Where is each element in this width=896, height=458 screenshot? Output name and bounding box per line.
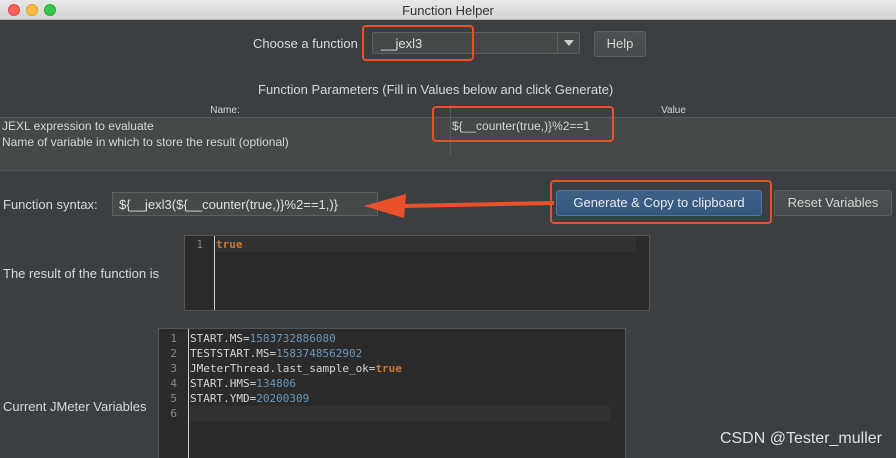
variable-value: 20200309	[256, 392, 310, 405]
variable-key: TESTSTART.MS=	[190, 347, 277, 360]
variable-line: JMeterThread.last_sample_ok=true	[190, 362, 402, 375]
variable-line: START.YMD=20200309	[190, 392, 309, 405]
line-number: 6	[170, 407, 177, 420]
variable-key: START.YMD=	[190, 392, 257, 405]
watermark: CSDN @Tester_muller	[719, 430, 882, 447]
title-bar: Function Helper	[0, 0, 896, 20]
param-name: Name of variable in which to store the r…	[2, 135, 289, 149]
arrow-annotation	[364, 194, 555, 218]
variables-editor[interactable]: 1 START.MS=1583732886080 2 TESTSTART.MS=…	[158, 328, 626, 458]
reset-variables-button[interactable]: Reset Variables	[774, 190, 892, 216]
line-number: 2	[170, 347, 177, 360]
result-editor[interactable]: 1 true	[184, 235, 650, 311]
line-number: 5	[170, 392, 177, 405]
chevron-down-icon[interactable]	[557, 33, 579, 53]
variable-key: JMeterThread.last_sample_ok=	[190, 362, 376, 375]
function-syntax-value: ${__jexl3(${__counter(true,)}%2==1,)}	[119, 197, 338, 212]
current-line	[216, 236, 636, 252]
result-value: true	[216, 238, 243, 251]
line-number: 4	[170, 377, 177, 390]
line-number: 1	[196, 238, 203, 251]
variable-key: START.HMS=	[190, 377, 257, 390]
window-title: Function Helper	[402, 3, 494, 18]
function-syntax-label: Function syntax:	[3, 197, 98, 212]
param-name: JEXL expression to evaluate	[2, 119, 154, 133]
highlight-box	[550, 180, 772, 224]
current-line	[190, 406, 610, 421]
variable-line: TESTSTART.MS=1583748562902	[190, 347, 362, 360]
params-heading: Function Parameters (Fill in Values belo…	[258, 82, 614, 97]
col-name-header: Name:	[210, 105, 240, 116]
variable-line: START.MS=1583732886080	[190, 332, 336, 345]
variable-line: START.HMS=134806	[190, 377, 296, 390]
variable-value: true	[375, 362, 402, 375]
highlight-box	[432, 106, 614, 142]
function-syntax-field[interactable]: ${__jexl3(${__counter(true,)}%2==1,)}	[112, 192, 378, 216]
choose-function-label: Choose a function	[253, 36, 358, 51]
variable-value: 1583732886080	[249, 332, 336, 345]
variable-value: 134806	[256, 377, 296, 390]
result-label: The result of the function is	[3, 266, 160, 281]
variables-label: Current JMeter Variables	[3, 399, 147, 414]
divider	[0, 170, 896, 171]
line-number: 1	[170, 332, 177, 345]
line-number: 3	[170, 362, 177, 375]
variable-key: START.MS=	[190, 332, 250, 345]
highlight-box	[362, 25, 474, 61]
help-button[interactable]: Help	[594, 31, 646, 57]
variable-value: 1583748562902	[276, 347, 363, 360]
